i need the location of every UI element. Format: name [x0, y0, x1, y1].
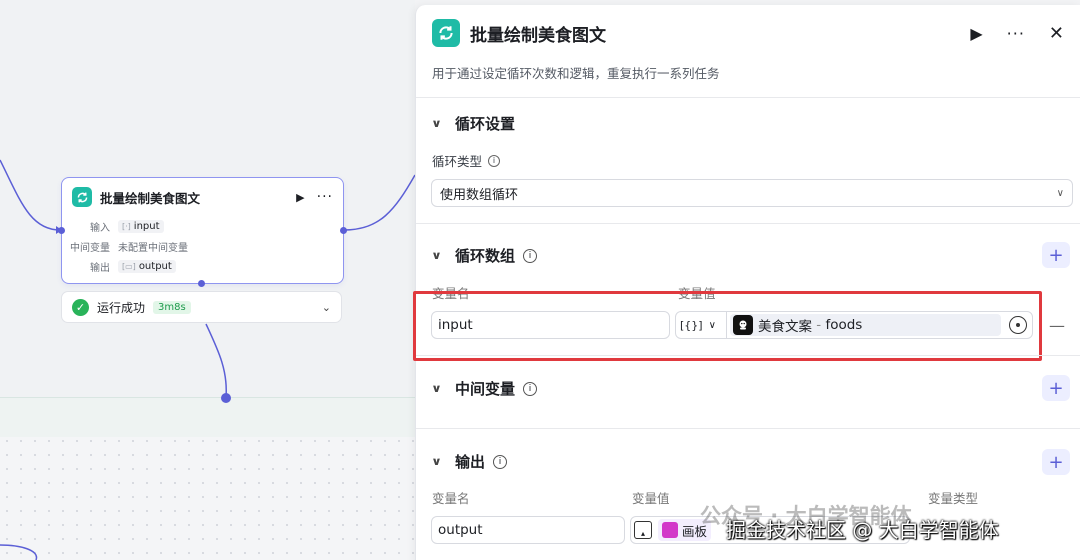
workflow-canvas[interactable]: 批量绘制美食图文 ▶ ··· 输入 [·] input 中间变量 未配置中间变量 … — [0, 0, 415, 560]
wire-out — [343, 174, 415, 231]
close-icon[interactable]: ✕ — [1049, 23, 1064, 44]
node-output-value: output — [138, 260, 172, 272]
panel-description: 用于通过设定循环次数和逻辑，重复执行一系列任务 — [432, 66, 720, 81]
wire-bottom — [0, 544, 38, 560]
node-input-row: 输入 [·] input — [62, 216, 343, 236]
node-output-row: 输出 [▭] output — [62, 256, 343, 276]
node-title: 批量绘制美食图文 — [100, 190, 201, 206]
info-icon[interactable]: i — [522, 248, 537, 263]
remove-row-icon[interactable]: — — [1049, 316, 1065, 335]
panel-title[interactable]: 批量绘制美食图文 — [470, 21, 606, 46]
add-loop-array-button[interactable]: + — [1042, 242, 1070, 268]
watermark-juejin: 掘金技术社区 @ 大白学智能体 — [726, 518, 999, 542]
node-loop-port[interactable] — [198, 280, 205, 287]
chevron-down-icon: ∨ — [1056, 187, 1064, 199]
run-status-bar[interactable]: ✓ 运行成功 3m8s ⌄ — [61, 291, 342, 323]
node-input-value: input — [133, 220, 160, 232]
section-loop-array[interactable]: ∨ 循环数组 i — [431, 245, 537, 266]
out-col-var-type: 变量类型 — [928, 491, 979, 506]
chevron-down-icon[interactable]: ∨ — [431, 382, 442, 395]
node-config-panel: 批量绘制美食图文 ▶ ··· ✕ 用于通过设定循环次数和逻辑，重复执行一系列任务… — [413, 5, 1080, 560]
info-icon[interactable]: i — [522, 381, 537, 396]
wire-down — [205, 323, 227, 398]
section-title: 循环数组 — [454, 247, 515, 265]
array-type-icon: [·] — [122, 221, 131, 231]
info-icon[interactable]: i — [488, 154, 501, 167]
panel-actions: ▶ ··· ✕ — [970, 23, 1064, 44]
info-icon[interactable]: i — [492, 454, 507, 469]
add-output-button[interactable]: + — [1042, 449, 1070, 475]
status-text: 运行成功 — [97, 300, 146, 315]
loop-node[interactable]: 批量绘制美食图文 ▶ ··· 输入 [·] input 中间变量 未配置中间变量 … — [58, 177, 347, 287]
section-title: 中间变量 — [454, 380, 515, 398]
divider — [416, 355, 1080, 356]
out-col-var-name: 变量名 — [432, 491, 470, 506]
section-mid-vars[interactable]: ∨ 中间变量 i — [431, 378, 537, 399]
section-title: 输出 — [454, 453, 485, 471]
chevron-down-icon[interactable]: ⌄ — [322, 301, 331, 314]
more-icon[interactable]: ··· — [1007, 24, 1025, 43]
wire-down-port — [221, 393, 231, 403]
canvas-board-icon — [662, 522, 678, 538]
loop-type-label-text: 循环类型 — [432, 154, 483, 169]
node-output-port[interactable] — [340, 227, 347, 234]
section-output[interactable]: ∨ 输出 i — [431, 451, 507, 472]
red-highlight-box — [413, 291, 1042, 361]
section-title: 循环设置 — [454, 115, 515, 133]
node-output-chip: [▭] output — [118, 259, 176, 273]
node-mid-value: 未配置中间变量 — [118, 242, 188, 254]
node-input-label: 输入 — [90, 222, 110, 234]
node-input-port[interactable] — [58, 227, 65, 234]
node-mid-row: 中间变量 未配置中间变量 — [62, 236, 343, 256]
wire-in — [0, 159, 61, 231]
check-icon: ✓ — [72, 298, 89, 316]
play-icon[interactable]: ▶ — [970, 24, 982, 43]
node-header: 批量绘制美食图文 ▶ ··· — [62, 178, 343, 216]
output-var-name-input[interactable]: output — [431, 516, 625, 544]
divider — [416, 428, 1080, 429]
node-mid-label: 中间变量 — [70, 242, 110, 254]
add-mid-var-button[interactable]: + — [1042, 375, 1070, 401]
node-output-label: 输出 — [90, 262, 110, 274]
image-icon: ▴ — [634, 521, 652, 539]
chevron-down-icon[interactable]: ∨ — [431, 117, 442, 130]
loop-type-value: 使用数组循环 — [440, 187, 519, 203]
loop-type-label: 循环类型 i — [432, 151, 501, 170]
loop-type-select[interactable]: 使用数组循环 ∨ — [431, 179, 1073, 207]
out-col-var-value: 变量值 — [632, 491, 670, 506]
loop-icon — [72, 187, 92, 207]
status-time-badge: 3m8s — [153, 300, 191, 314]
play-icon[interactable]: ▶ — [296, 191, 304, 204]
loop-icon — [432, 19, 460, 47]
chevron-down-icon[interactable]: ∨ — [431, 455, 442, 468]
image-type-icon: [▭] — [122, 261, 136, 271]
more-icon[interactable]: ··· — [317, 189, 333, 205]
node-input-chip: [·] input — [118, 219, 164, 233]
panel-header: 批量绘制美食图文 — [432, 19, 606, 47]
divider — [416, 223, 1080, 224]
chevron-down-icon[interactable]: ∨ — [431, 249, 442, 262]
divider — [416, 97, 1080, 98]
section-loop-settings[interactable]: ∨ 循环设置 — [431, 113, 515, 134]
